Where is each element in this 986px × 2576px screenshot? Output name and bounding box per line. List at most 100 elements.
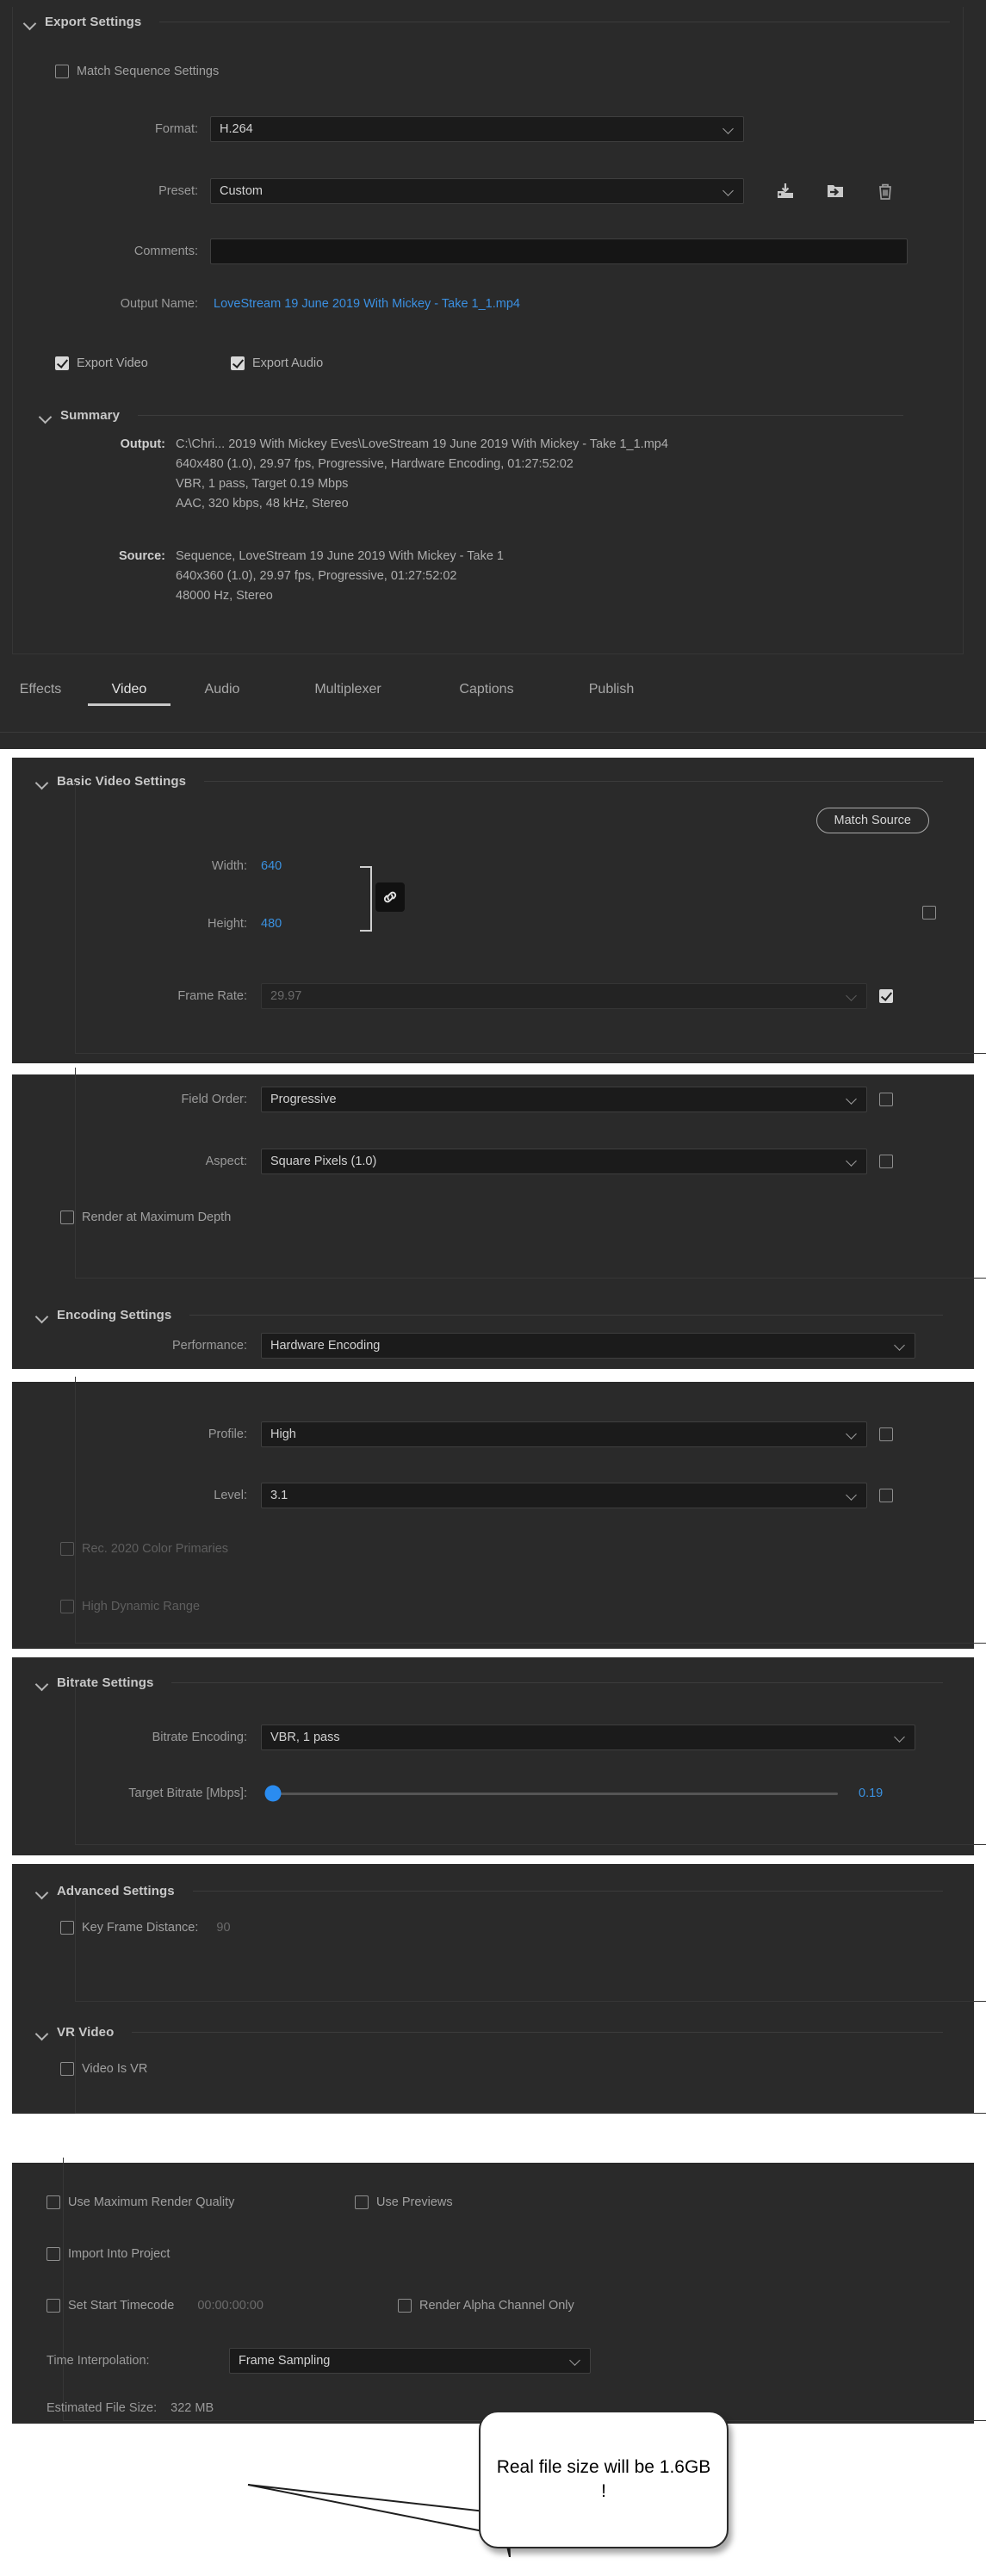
match-source-button[interactable]: Match Source: [815, 808, 929, 833]
frame-rate-value: 29.97: [270, 989, 302, 1003]
bitrate-encoding-select[interactable]: VBR, 1 pass: [261, 1725, 915, 1750]
import-preset-icon[interactable]: [821, 178, 850, 204]
encoding-settings-title: Encoding Settings: [57, 1307, 172, 1322]
chain-link-icon[interactable]: [375, 882, 405, 912]
tab-multiplexer[interactable]: Multiplexer: [274, 682, 422, 706]
video-is-vr-row[interactable]: Video Is VR: [60, 2062, 147, 2076]
estimated-file-size-label: Estimated File Size:: [47, 2401, 158, 2415]
slider-track[interactable]: [270, 1792, 838, 1795]
target-bitrate-value[interactable]: 0.19: [859, 1786, 883, 1800]
set-start-timecode-value[interactable]: 00:00:00:00: [197, 2299, 264, 2313]
render-max-depth-row[interactable]: Render at Maximum Depth: [60, 1211, 231, 1224]
height-row: Height: 480: [12, 917, 282, 931]
render-alpha-only-checkbox[interactable]: [398, 2299, 412, 2313]
performance-select[interactable]: Hardware Encoding: [261, 1333, 915, 1359]
tab-audio[interactable]: Audio: [171, 682, 274, 706]
height-value[interactable]: 480: [261, 917, 282, 931]
import-into-project-checkbox[interactable]: [47, 2247, 60, 2261]
target-bitrate-row: Target Bitrate [Mbps]: 0.19: [12, 1785, 953, 1802]
match-sequence-settings-checkbox-row[interactable]: Match Sequence Settings: [55, 65, 219, 78]
field-order-label: Field Order:: [181, 1093, 247, 1106]
chevron-down-icon[interactable]: [24, 16, 35, 28]
profile-level-panel: Profile: High Level: 3.1 Rec. 2020 Color…: [12, 1377, 986, 1649]
export-audio-checkbox[interactable]: [231, 356, 245, 370]
key-frame-distance-label: Key Frame Distance:: [82, 1921, 199, 1935]
comments-label: Comments:: [133, 245, 198, 258]
width-value[interactable]: 640: [261, 859, 282, 873]
chevron-down-icon[interactable]: [36, 1310, 47, 1321]
save-preset-icon[interactable]: [771, 178, 800, 204]
aspect-label: Aspect:: [205, 1155, 247, 1168]
profile-select[interactable]: High: [261, 1421, 867, 1447]
level-match-checkbox[interactable]: [879, 1489, 893, 1502]
use-previews-checkbox[interactable]: [355, 2195, 369, 2209]
tab-captions[interactable]: Captions: [422, 682, 551, 706]
chevron-down-icon: [895, 1732, 906, 1743]
comments-input[interactable]: [210, 238, 908, 264]
summary-output-line-1: C:\Chri... 2019 With Mickey Eves\LoveStr…: [176, 437, 668, 451]
format-select[interactable]: H.264: [210, 116, 744, 142]
level-select[interactable]: 3.1: [261, 1483, 867, 1508]
tab-publish[interactable]: Publish: [551, 682, 672, 706]
chevron-down-icon[interactable]: [36, 1677, 47, 1688]
aspect-value: Square Pixels (1.0): [270, 1155, 377, 1168]
frame-rate-select[interactable]: 29.97: [261, 983, 867, 1009]
export-settings-title: Export Settings: [45, 14, 142, 29]
slider-knob[interactable]: [264, 1785, 282, 1802]
export-video-row[interactable]: Export Video: [55, 356, 148, 370]
key-frame-distance-checkbox[interactable]: [60, 1921, 74, 1935]
export-settings-header[interactable]: Export Settings: [0, 7, 969, 36]
callout-bubble: Real file size will be 1.6GB !: [479, 2411, 729, 2548]
frame-rate-match-checkbox[interactable]: [879, 989, 893, 1003]
chevron-down-icon[interactable]: [36, 2027, 47, 2038]
video-is-vr-checkbox[interactable]: [60, 2062, 74, 2076]
height-label: Height:: [208, 917, 247, 931]
bitrate-encoding-row: Bitrate Encoding: VBR, 1 pass: [12, 1725, 953, 1750]
delete-preset-icon[interactable]: [871, 178, 900, 204]
key-frame-distance-row[interactable]: Key Frame Distance: 90: [60, 1921, 231, 1935]
preset-select[interactable]: Custom: [210, 178, 744, 204]
set-start-timecode-checkbox[interactable]: [47, 2299, 60, 2313]
use-max-render-quality-checkbox[interactable]: [47, 2195, 60, 2209]
output-name-link[interactable]: LoveStream 19 June 2019 With Mickey - Ta…: [214, 297, 520, 311]
chevron-down-icon: [846, 1094, 858, 1105]
export-audio-row[interactable]: Export Audio: [231, 356, 323, 370]
use-max-render-quality-row[interactable]: Use Maximum Render Quality: [47, 2195, 234, 2209]
hdr-checkbox[interactable]: [60, 1600, 74, 1613]
render-alpha-only-row[interactable]: Render Alpha Channel Only: [398, 2299, 574, 2313]
match-sequence-settings-checkbox[interactable]: [55, 65, 69, 78]
encoding-settings-header[interactable]: Encoding Settings: [36, 1300, 962, 1329]
render-max-depth-checkbox[interactable]: [60, 1211, 74, 1224]
profile-match-checkbox[interactable]: [879, 1427, 893, 1441]
export-video-checkbox[interactable]: [55, 356, 69, 370]
field-order-select[interactable]: Progressive: [261, 1087, 867, 1112]
profile-row: Profile: High: [12, 1421, 953, 1447]
aspect-match-checkbox[interactable]: [879, 1155, 893, 1168]
field-aspect-panel: Field Order: Progressive Aspect: Square …: [12, 1068, 986, 1369]
rec2020-row[interactable]: Rec. 2020 Color Primaries: [60, 1542, 228, 1556]
time-interpolation-select[interactable]: Frame Sampling: [229, 2348, 591, 2374]
chevron-down-icon[interactable]: [40, 410, 51, 421]
use-previews-row[interactable]: Use Previews: [355, 2195, 453, 2209]
divider: [0, 732, 986, 733]
frame-rate-row: Frame Rate: 29.97: [12, 983, 953, 1009]
chevron-down-icon[interactable]: [36, 776, 47, 787]
width-height-match-checkbox[interactable]: [922, 906, 936, 920]
output-name-label: Output Name:: [120, 297, 198, 311]
set-start-timecode-row[interactable]: Set Start Timecode 00:00:00:00: [47, 2299, 264, 2313]
chevron-down-icon: [846, 1490, 858, 1502]
time-interpolation-value: Frame Sampling: [239, 2354, 331, 2368]
time-interpolation-row: Time Interpolation: Frame Sampling: [47, 2348, 591, 2374]
key-frame-distance-value[interactable]: 90: [216, 1921, 230, 1935]
estimated-file-size-row: Estimated File Size: 322 MB: [47, 2401, 214, 2415]
field-order-match-checkbox[interactable]: [879, 1093, 893, 1106]
tab-video[interactable]: Video: [88, 682, 171, 706]
summary-header[interactable]: Summary: [40, 400, 922, 430]
hdr-row[interactable]: High Dynamic Range: [60, 1600, 200, 1613]
target-bitrate-slider[interactable]: [264, 1785, 838, 1802]
aspect-select[interactable]: Square Pixels (1.0): [261, 1149, 867, 1174]
rec2020-checkbox[interactable]: [60, 1542, 74, 1556]
tab-effects[interactable]: Effects: [0, 682, 88, 706]
chevron-down-icon[interactable]: [36, 1886, 47, 1897]
import-into-project-row[interactable]: Import Into Project: [47, 2247, 170, 2261]
